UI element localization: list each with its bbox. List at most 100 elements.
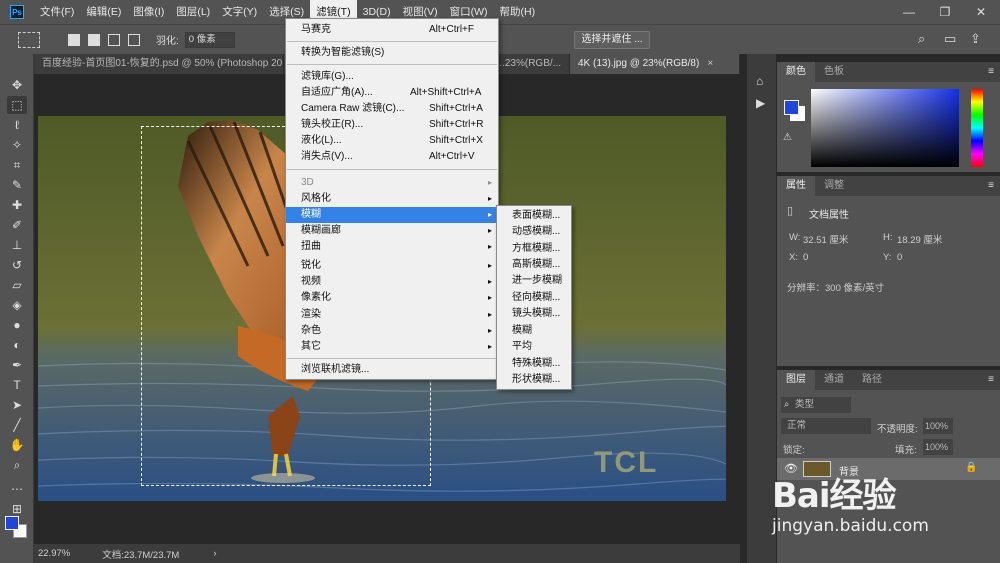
submenu-box-blur[interactable]: 方框模糊... xyxy=(497,241,571,257)
height-value[interactable]: 18.29 厘米 xyxy=(897,232,942,246)
menu-item-noise[interactable]: 杂色 ▸ xyxy=(286,323,498,339)
doc-tab-psd[interactable]: 百度经验-首页图01-恢复的.psd @ 50% (Photoshop 2016… xyxy=(34,54,284,74)
x-value[interactable]: 0 xyxy=(803,252,808,263)
lasso-tool-icon[interactable]: ℓ xyxy=(7,116,27,134)
menu-item-other[interactable]: 其它 ▸ xyxy=(286,339,498,355)
submenu-gaussian-blur[interactable]: 高斯模糊... xyxy=(497,257,571,273)
path-select-icon[interactable]: ➤ xyxy=(7,396,27,414)
workspace-icon[interactable]: ▭ xyxy=(944,31,956,47)
close-icon[interactable]: ✕ xyxy=(964,0,998,24)
menu-item-pixelate[interactable]: 像素化 ▸ xyxy=(286,290,498,306)
hand-tool-icon[interactable]: ✋ xyxy=(7,436,27,454)
tab-close-icon[interactable]: × xyxy=(707,58,713,69)
search-icon[interactable]: ⌕ xyxy=(918,31,925,47)
panel-menu-icon[interactable]: ≡ xyxy=(988,66,994,77)
type-tool-icon[interactable]: T xyxy=(7,376,27,394)
submenu-motion-blur[interactable]: 动感模糊... xyxy=(497,224,571,240)
menu-item-lens-correction[interactable]: 镜头校正(R)... Shift+Ctrl+R xyxy=(286,117,498,133)
pen-tool-icon[interactable]: ✒ xyxy=(7,356,27,374)
paint-bucket-icon[interactable]: ◈ xyxy=(7,296,27,314)
menu-item-browse-online-filters[interactable]: 浏览联机滤镜... xyxy=(286,362,498,378)
add-selection-icon[interactable] xyxy=(88,33,100,46)
zoom-level[interactable]: 22.97% xyxy=(38,548,70,559)
subtract-selection-icon[interactable] xyxy=(108,33,120,46)
crop-tool-icon[interactable]: ⌗ xyxy=(7,156,27,174)
blend-mode-select[interactable]: 正常 xyxy=(781,418,871,434)
submenu-shape-blur[interactable]: 形状模糊... xyxy=(497,372,571,388)
history-brush-icon[interactable]: ↺ xyxy=(7,256,27,274)
submenu-surface-blur[interactable]: 表面模糊... xyxy=(497,208,571,224)
dodge-tool-icon[interactable]: ◐ xyxy=(7,336,27,354)
menu-item-3d[interactable]: 3D ▸ xyxy=(286,175,498,191)
submenu-radial-blur[interactable]: 径向模糊... xyxy=(497,290,571,306)
panel-fg-swatch[interactable] xyxy=(784,100,799,115)
new-selection-icon[interactable] xyxy=(68,33,80,46)
submenu-smart-blur[interactable]: 特殊模糊... xyxy=(497,356,571,372)
foreground-color-swatch[interactable] xyxy=(5,516,19,530)
menu-type[interactable]: 文字(Y) xyxy=(216,0,263,24)
menu-item-convert-smart-filter[interactable]: 转换为智能滤镜(S) xyxy=(286,45,498,61)
eyedropper-icon[interactable]: ✎ xyxy=(7,176,27,194)
tab-swatches[interactable]: 色板 xyxy=(815,62,853,82)
history-panel-icon[interactable]: ⌂ xyxy=(756,74,763,88)
restore-icon[interactable]: ❐ xyxy=(928,0,962,24)
intersect-selection-icon[interactable] xyxy=(128,33,140,46)
actions-panel-icon[interactable]: ▶ xyxy=(756,96,765,110)
zoom-tool-icon[interactable]: ⌕ xyxy=(7,456,27,474)
blur-tool-icon[interactable]: ● xyxy=(7,316,27,334)
layers-menu-icon[interactable]: ≡ xyxy=(988,374,994,385)
minimize-icon[interactable]: — xyxy=(892,0,926,24)
menu-layer[interactable]: 图层(L) xyxy=(170,0,216,24)
doc-tab-active[interactable]: 4K (13).jpg @ 23%(RGB/8) × xyxy=(570,54,740,74)
submenu-lens-blur[interactable]: 镜头模糊... xyxy=(497,306,571,322)
menu-item-liquify[interactable]: 液化(L)... Shift+Ctrl+X xyxy=(286,133,498,149)
menu-item-vanishing-point[interactable]: 消失点(V)... Alt+Ctrl+V xyxy=(286,149,498,165)
eraser-icon[interactable]: ▱ xyxy=(7,276,27,294)
submenu-average[interactable]: 平均 xyxy=(497,339,571,355)
layer-filter-select[interactable]: ⌕ 类型 xyxy=(781,397,851,413)
submenu-blur-more[interactable]: 进一步模糊 xyxy=(497,273,571,289)
feather-input[interactable]: 0 像素 xyxy=(184,31,235,48)
menu-item-adaptive-wide-angle[interactable]: 自适应广角(A)... Alt+Shift+Ctrl+A xyxy=(286,85,498,101)
tab-properties[interactable]: 属性 xyxy=(777,176,815,196)
menu-item-distort[interactable]: 扭曲 ▸ xyxy=(286,239,498,255)
marquee-preset-icon[interactable] xyxy=(18,31,40,48)
menu-file[interactable]: 文件(F) xyxy=(34,0,80,24)
magic-wand-icon[interactable]: ✧ xyxy=(7,136,27,154)
menu-item-camera-raw[interactable]: Camera Raw 滤镜(C)... Shift+Ctrl+A xyxy=(286,101,498,117)
tab-adjustments[interactable]: 调整 xyxy=(815,176,853,196)
more-tools-icon[interactable]: ⋯ xyxy=(7,480,27,498)
menu-image[interactable]: 图像(I) xyxy=(127,0,170,24)
fill-input[interactable]: 100% xyxy=(923,439,953,455)
tab-layers[interactable]: 图层 xyxy=(777,370,815,390)
brush-tool-icon[interactable]: ✐ xyxy=(7,216,27,234)
menu-item-render[interactable]: 渲染 ▸ xyxy=(286,307,498,323)
marquee-tool-icon[interactable]: ⬚ xyxy=(7,96,27,114)
menu-item-sharpen[interactable]: 锐化 ▸ xyxy=(286,258,498,274)
clone-stamp-icon[interactable]: ⊥ xyxy=(7,236,27,254)
color-picker-field[interactable] xyxy=(811,89,959,167)
hue-slider[interactable] xyxy=(971,89,983,167)
select-and-mask-button[interactable]: 选择并遮住 ... xyxy=(574,31,650,49)
tab-channels[interactable]: 通道 xyxy=(815,370,853,390)
submenu-blur[interactable]: 模糊 xyxy=(497,323,571,339)
menu-edit[interactable]: 编辑(E) xyxy=(80,0,127,24)
tab-color[interactable]: 颜色 xyxy=(777,62,815,82)
share-icon[interactable]: ⇪ xyxy=(970,31,981,47)
y-value[interactable]: 0 xyxy=(897,252,902,263)
line-tool-icon[interactable]: ╱ xyxy=(7,416,27,434)
move-tool-icon[interactable]: ✥ xyxy=(7,76,27,94)
menu-item-stylize[interactable]: 风格化 ▸ xyxy=(286,191,498,207)
menu-help[interactable]: 帮助(H) xyxy=(494,0,542,24)
menu-item-blur-gallery[interactable]: 模糊画廊 ▸ xyxy=(286,223,498,239)
healing-brush-icon[interactable]: ✚ xyxy=(7,196,27,214)
opacity-input[interactable]: 100% xyxy=(923,418,953,434)
menu-item-filter-gallery[interactable]: 滤镜库(G)... xyxy=(286,69,498,85)
menu-item-mosaic[interactable]: 马赛克 Alt+Ctrl+F xyxy=(286,22,498,38)
menu-item-video[interactable]: 视频 ▸ xyxy=(286,274,498,290)
menu-item-blur[interactable]: 模糊 ▸ xyxy=(286,207,498,223)
properties-menu-icon[interactable]: ≡ xyxy=(988,180,994,191)
width-value[interactable]: 32.51 厘米 xyxy=(803,232,848,246)
status-arrow-icon[interactable]: › xyxy=(213,548,216,559)
tab-paths[interactable]: 路径 xyxy=(853,370,891,390)
